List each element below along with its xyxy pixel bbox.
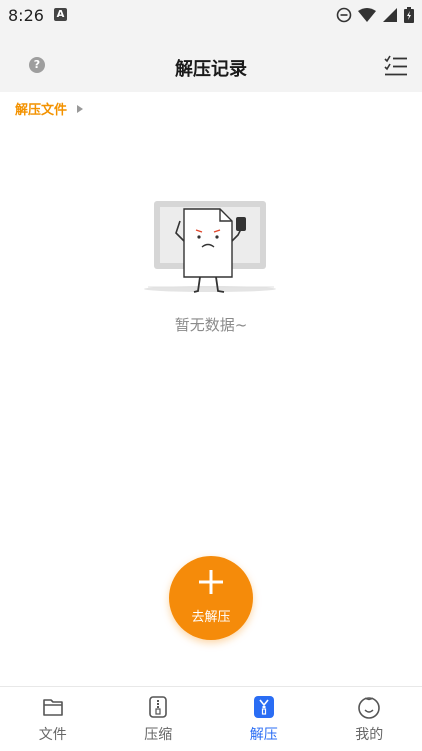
unzip-icon	[252, 695, 276, 719]
page-title: 解压记录	[0, 55, 422, 81]
tab-label: 我的	[317, 724, 422, 744]
battery-icon	[404, 7, 414, 23]
breadcrumb-item[interactable]: 解压文件	[15, 99, 67, 118]
go-unzip-label: 去解压	[169, 606, 253, 625]
tab-compress[interactable]: 压缩	[106, 687, 212, 751]
tab-mine[interactable]: 我的	[317, 687, 422, 751]
status-icons	[336, 6, 414, 24]
tab-unzip[interactable]: 解压	[211, 687, 317, 751]
notification-a-icon: A	[54, 8, 67, 21]
folder-icon	[41, 695, 65, 719]
profile-face-icon	[357, 695, 381, 719]
zip-file-icon	[146, 695, 170, 719]
list-menu-icon[interactable]	[384, 55, 408, 77]
chevron-right-icon	[77, 105, 83, 113]
status-time: 8:26	[8, 6, 44, 25]
tab-label: 压缩	[106, 724, 212, 744]
tab-label: 文件	[0, 724, 106, 744]
bottom-tab-bar: 文件 压缩 解压 我的	[0, 686, 422, 751]
tab-files[interactable]: 文件	[0, 687, 106, 751]
breadcrumb[interactable]: 解压文件	[15, 99, 83, 118]
plus-icon	[199, 570, 223, 594]
tab-label: 解压	[211, 724, 317, 744]
status-bar: 8:26 A	[0, 0, 422, 30]
do-not-disturb-icon	[336, 7, 352, 23]
go-unzip-button[interactable]: 去解压	[169, 556, 253, 640]
sad-document-illustration	[138, 195, 284, 303]
signal-icon	[382, 7, 398, 23]
empty-state-text: 暂无数据~	[0, 314, 422, 335]
wifi-icon	[358, 7, 376, 23]
